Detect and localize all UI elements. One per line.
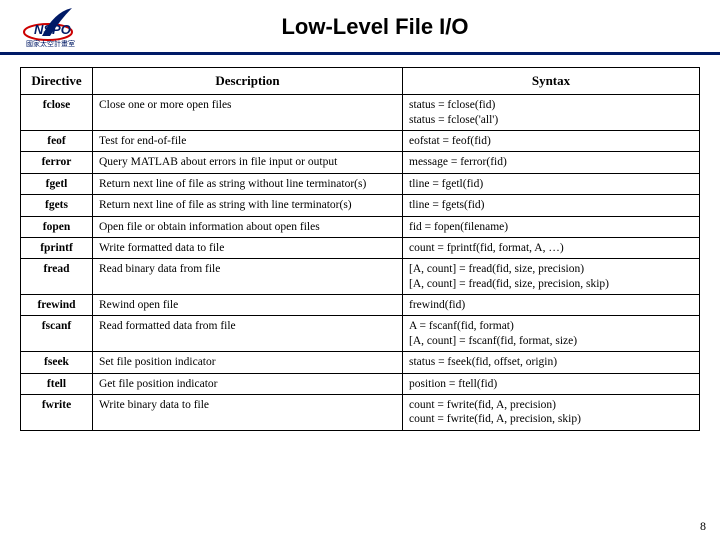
th-directive: Directive	[21, 68, 93, 95]
table-row: fwriteWrite binary data to filecount = f…	[21, 394, 700, 430]
cell-description: Set file position indicator	[93, 352, 403, 373]
cell-description: Write formatted data to file	[93, 237, 403, 258]
cell-syntax: fid = fopen(filename)	[403, 216, 700, 237]
cell-directive: fopen	[21, 216, 93, 237]
th-syntax: Syntax	[403, 68, 700, 95]
cell-syntax: A = fscanf(fid, format)[A, count] = fsca…	[403, 316, 700, 352]
table-row: ftellGet file position indicatorposition…	[21, 373, 700, 394]
cell-syntax: status = fseek(fid, offset, origin)	[403, 352, 700, 373]
cell-description: Close one or more open files	[93, 95, 403, 131]
table-row: feofTest for end-of-fileeofstat = feof(f…	[21, 131, 700, 152]
cell-description: Read binary data from file	[93, 259, 403, 295]
cell-description: Query MATLAB about errors in file input …	[93, 152, 403, 173]
table-row: fgetlReturn next line of file as string …	[21, 173, 700, 194]
nspo-logo: NSPO 國家太空計畫室	[20, 6, 110, 48]
table-row: fopenOpen file or obtain information abo…	[21, 216, 700, 237]
cell-syntax: status = fclose(fid)status = fclose('all…	[403, 95, 700, 131]
cell-syntax: tline = fgetl(fid)	[403, 173, 700, 194]
cell-syntax: message = ferror(fid)	[403, 152, 700, 173]
cell-directive: fscanf	[21, 316, 93, 352]
cell-directive: fread	[21, 259, 93, 295]
cell-syntax: frewind(fid)	[403, 295, 700, 316]
cell-description: Rewind open file	[93, 295, 403, 316]
cell-syntax: eofstat = feof(fid)	[403, 131, 700, 152]
cell-directive: ferror	[21, 152, 93, 173]
cell-directive: frewind	[21, 295, 93, 316]
cell-syntax: count = fwrite(fid, A, precision)count =…	[403, 394, 700, 430]
page-title: Low-Level File I/O	[110, 14, 700, 40]
cell-syntax: count = fprintf(fid, format, A, …)	[403, 237, 700, 258]
cell-syntax: position = ftell(fid)	[403, 373, 700, 394]
cell-directive: fseek	[21, 352, 93, 373]
content-area: Directive Description Syntax fcloseClose…	[0, 55, 720, 431]
cell-directive: fwrite	[21, 394, 93, 430]
cell-description: Write binary data to file	[93, 394, 403, 430]
cell-directive: feof	[21, 131, 93, 152]
cell-directive: fclose	[21, 95, 93, 131]
cell-syntax: [A, count] = fread(fid, size, precision)…	[403, 259, 700, 295]
cell-description: Test for end-of-file	[93, 131, 403, 152]
table-row: fscanfRead formatted data from fileA = f…	[21, 316, 700, 352]
table-header-row: Directive Description Syntax	[21, 68, 700, 95]
table-row: freadRead binary data from file[A, count…	[21, 259, 700, 295]
cell-description: Return next line of file as string with …	[93, 195, 403, 216]
table-row: fcloseClose one or more open filesstatus…	[21, 95, 700, 131]
logo-subtext: 國家太空計畫室	[26, 39, 75, 48]
th-description: Description	[93, 68, 403, 95]
cell-directive: fgetl	[21, 173, 93, 194]
cell-description: Return next line of file as string witho…	[93, 173, 403, 194]
cell-directive: fprintf	[21, 237, 93, 258]
table-row: frewindRewind open filefrewind(fid)	[21, 295, 700, 316]
table-row: fprintfWrite formatted data to filecount…	[21, 237, 700, 258]
cell-description: Read formatted data from file	[93, 316, 403, 352]
table-row: ferrorQuery MATLAB about errors in file …	[21, 152, 700, 173]
slide-header: NSPO 國家太空計畫室 Low-Level File I/O	[0, 0, 720, 55]
cell-directive: ftell	[21, 373, 93, 394]
logo-text: NSPO	[34, 22, 71, 37]
cell-directive: fgets	[21, 195, 93, 216]
cell-description: Open file or obtain information about op…	[93, 216, 403, 237]
cell-description: Get file position indicator	[93, 373, 403, 394]
page-number: 8	[700, 519, 706, 534]
io-table: Directive Description Syntax fcloseClose…	[20, 67, 700, 431]
table-row: fgetsReturn next line of file as string …	[21, 195, 700, 216]
table-row: fseekSet file position indicatorstatus =…	[21, 352, 700, 373]
cell-syntax: tline = fgets(fid)	[403, 195, 700, 216]
